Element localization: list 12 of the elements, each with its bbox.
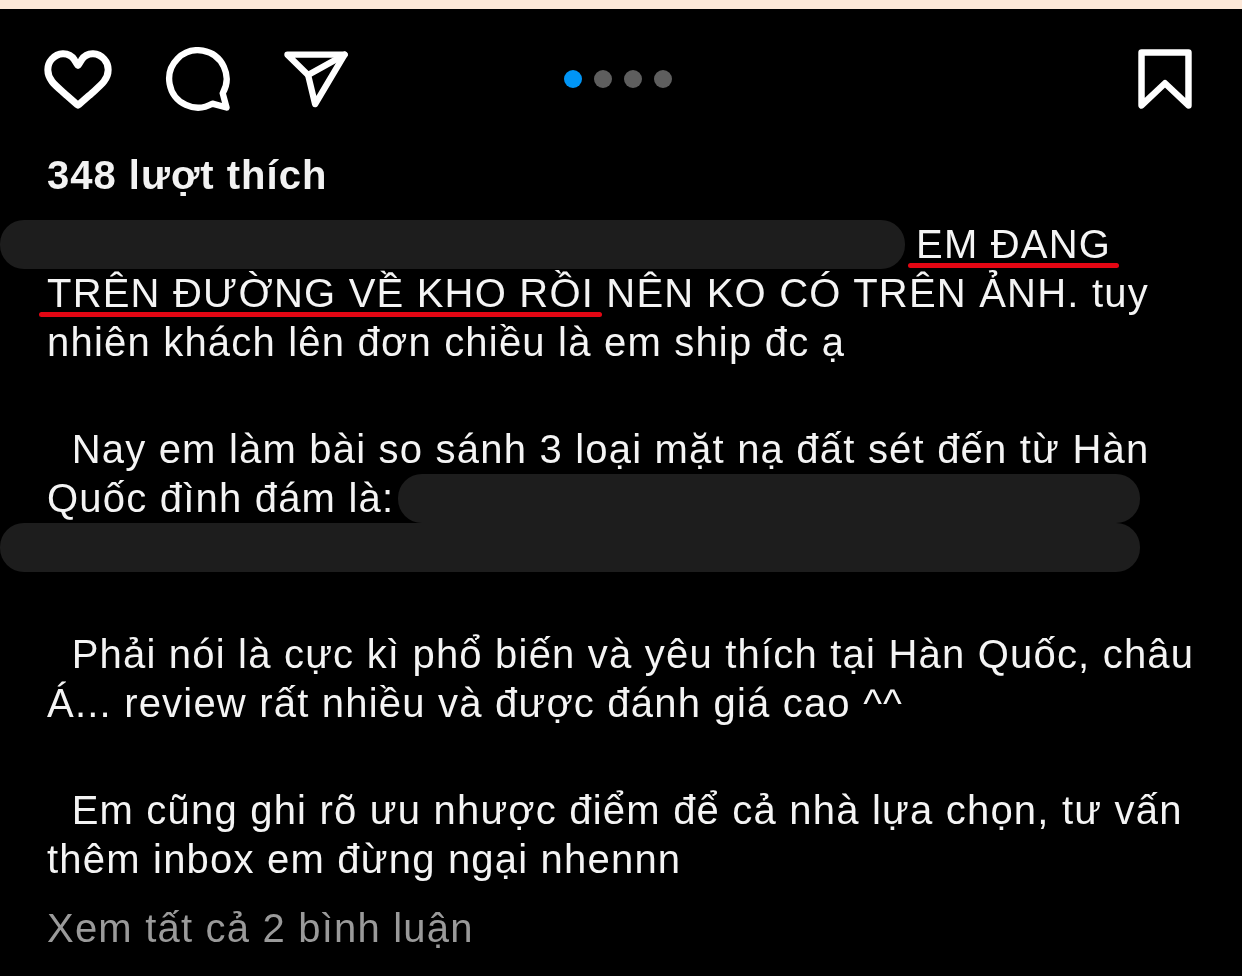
likes-count[interactable]: 348 lượt thích [47, 151, 328, 200]
view-comments-link[interactable]: Xem tất cả 2 bình luận [47, 904, 474, 953]
paper-plane-icon[interactable] [284, 50, 348, 108]
caption-text: Phải nói là cực kì phổ biến và yêu thích tại Hàn Quốc, châu Á... review rất nhiều và được đánh giá cao ^^ [47, 631, 1196, 727]
bookmark-icon[interactable] [1138, 49, 1192, 109]
caption-text: Quốc đình đám là: [47, 475, 395, 522]
caption-text: TRÊN ĐƯỜNG VỀ KHO RỒI NÊN KO CÓ TRÊN ẢNH. tuy nhiên khách lên đơn chiều là em ship đc ạ [47, 269, 1150, 366]
caption-text: Nay em làm bài so sánh 3 loại mặt nạ đất sét đến từ Hàn [70, 426, 1151, 473]
caption-text: Em cũng ghi rõ ưu nhược điểm để cả nhà lựa chọn, tư vấn thêm inbox em đừng ngại nhennn [47, 787, 1184, 883]
speech-bubble-icon[interactable] [165, 47, 231, 111]
heart-icon[interactable] [44, 49, 112, 109]
caption-text: EM ĐANG [916, 221, 1112, 268]
